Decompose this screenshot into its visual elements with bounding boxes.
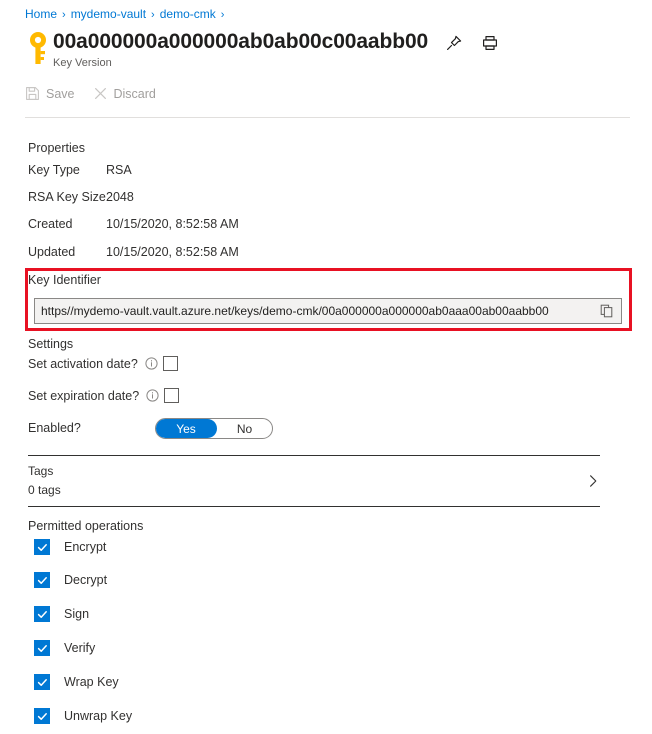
property-row-rsa-key-size: RSA Key Size2048: [28, 190, 134, 204]
setting-row-expiration-date: Set expiration date?: [28, 388, 180, 403]
header-actions: [445, 34, 499, 52]
tags-title: Tags: [28, 464, 54, 478]
property-row-created: Created 10/15/2020, 8:52:58 AM: [28, 217, 239, 231]
permitted-operation-encrypt[interactable]: Encrypt: [34, 539, 106, 555]
property-value: RSA: [106, 163, 132, 177]
property-label: Created: [28, 217, 73, 231]
checkbox-checked-icon[interactable]: [34, 640, 50, 656]
permitted-operation-sign[interactable]: Sign: [34, 606, 89, 622]
permitted-operation-decrypt[interactable]: Decrypt: [34, 572, 107, 588]
properties-heading: Properties: [28, 141, 85, 155]
checkbox-checked-icon[interactable]: [34, 708, 50, 724]
activation-date-label: Set activation date?: [28, 356, 138, 371]
permitted-operation-label: Sign: [64, 607, 90, 621]
page-header: 00a000000a000000ab0ab00c00aabb00 Key Ver…: [25, 28, 625, 74]
chevron-right-icon[interactable]: [586, 474, 600, 488]
permitted-operations-heading: Permitted operations: [28, 519, 144, 533]
permitted-operation-label: Decrypt: [64, 573, 108, 587]
breadcrumb: Home › mydemo-vault › demo-cmk ›: [25, 6, 229, 23]
property-value: 10/15/2020, 8:52:58 AM: [106, 217, 239, 231]
settings-heading: Settings: [28, 337, 74, 351]
property-value: 2048: [106, 190, 134, 204]
pin-icon[interactable]: [445, 34, 463, 52]
setting-row-activation-date: Set activation date?: [28, 356, 178, 371]
checkbox-checked-icon[interactable]: [34, 539, 50, 555]
permitted-operation-unwrap-key[interactable]: Unwrap Key: [34, 708, 132, 724]
expiration-date-label: Set expiration date?: [28, 388, 140, 403]
activation-date-checkbox[interactable]: [162, 356, 178, 371]
permitted-operation-label: Unwrap Key: [64, 709, 133, 723]
save-button[interactable]: Save: [25, 86, 75, 101]
tags-section[interactable]: Tags 0 tags: [28, 455, 600, 507]
breadcrumb-item-home[interactable]: Home: [25, 7, 57, 21]
permitted-operation-label: Verify: [64, 641, 96, 655]
key-identifier-field[interactable]: https//mydemo-vault.vault.azure.net/keys…: [34, 298, 622, 324]
header-text-block: 00a000000a000000ab0ab00c00aabb00 Key Ver…: [53, 28, 428, 71]
checkbox-checked-icon[interactable]: [34, 572, 50, 588]
breadcrumb-item-mydemo-vault[interactable]: mydemo-vault: [71, 7, 146, 21]
breadcrumb-separator: ›: [62, 9, 66, 21]
key-identifier-label: Key Identifier: [28, 273, 101, 287]
property-label: Updated: [28, 245, 76, 259]
info-icon[interactable]: [145, 357, 158, 370]
permitted-operation-label: Wrap Key: [64, 675, 119, 689]
save-label: Save: [46, 86, 75, 101]
copy-icon[interactable]: [593, 299, 621, 323]
info-icon[interactable]: [146, 389, 159, 402]
property-label: Key Type: [28, 163, 80, 177]
permitted-operation-verify[interactable]: Verify: [34, 640, 95, 656]
key-icon: [25, 31, 51, 65]
checkbox-checked-icon[interactable]: [34, 674, 50, 690]
discard-label: Discard: [113, 86, 156, 101]
toolbar-divider: [25, 117, 630, 118]
property-row-updated: Updated 10/15/2020, 8:52:58 AM: [28, 245, 239, 259]
enabled-toggle[interactable]: Yes No: [155, 418, 273, 439]
breadcrumb-separator: ›: [151, 9, 155, 21]
key-identifier-value: https//mydemo-vault.vault.azure.net/keys…: [41, 304, 549, 318]
breadcrumb-separator: ›: [220, 9, 225, 21]
permitted-operation-label: Encrypt: [64, 540, 107, 554]
close-x-icon: [93, 86, 108, 101]
breadcrumb-item-demo-cmk[interactable]: demo-cmk: [160, 7, 216, 21]
expiration-date-checkbox[interactable]: [164, 388, 180, 403]
command-bar: Save Discard: [25, 86, 156, 101]
save-disk-icon: [25, 86, 40, 101]
setting-row-enabled: Enabled?: [28, 421, 81, 435]
enabled-toggle-yes[interactable]: Yes: [156, 419, 217, 438]
discard-button[interactable]: Discard: [93, 86, 156, 101]
property-row-key-type: Key Type RSA: [28, 163, 132, 177]
enabled-label: Enabled?: [28, 421, 81, 435]
enabled-toggle-no[interactable]: No: [217, 422, 272, 436]
tags-count: 0 tags: [28, 483, 61, 497]
property-value: 10/15/2020, 8:52:58 AM: [106, 245, 239, 259]
checkbox-checked-icon[interactable]: [34, 606, 50, 622]
page-title: 00a000000a000000ab0ab00c00aabb00: [53, 30, 429, 53]
page-subtitle: Key Version: [53, 57, 112, 69]
property-label: RSA Key Size: [28, 190, 106, 204]
permitted-operation-wrap-key[interactable]: Wrap Key: [34, 674, 119, 690]
print-icon[interactable]: [481, 34, 499, 52]
